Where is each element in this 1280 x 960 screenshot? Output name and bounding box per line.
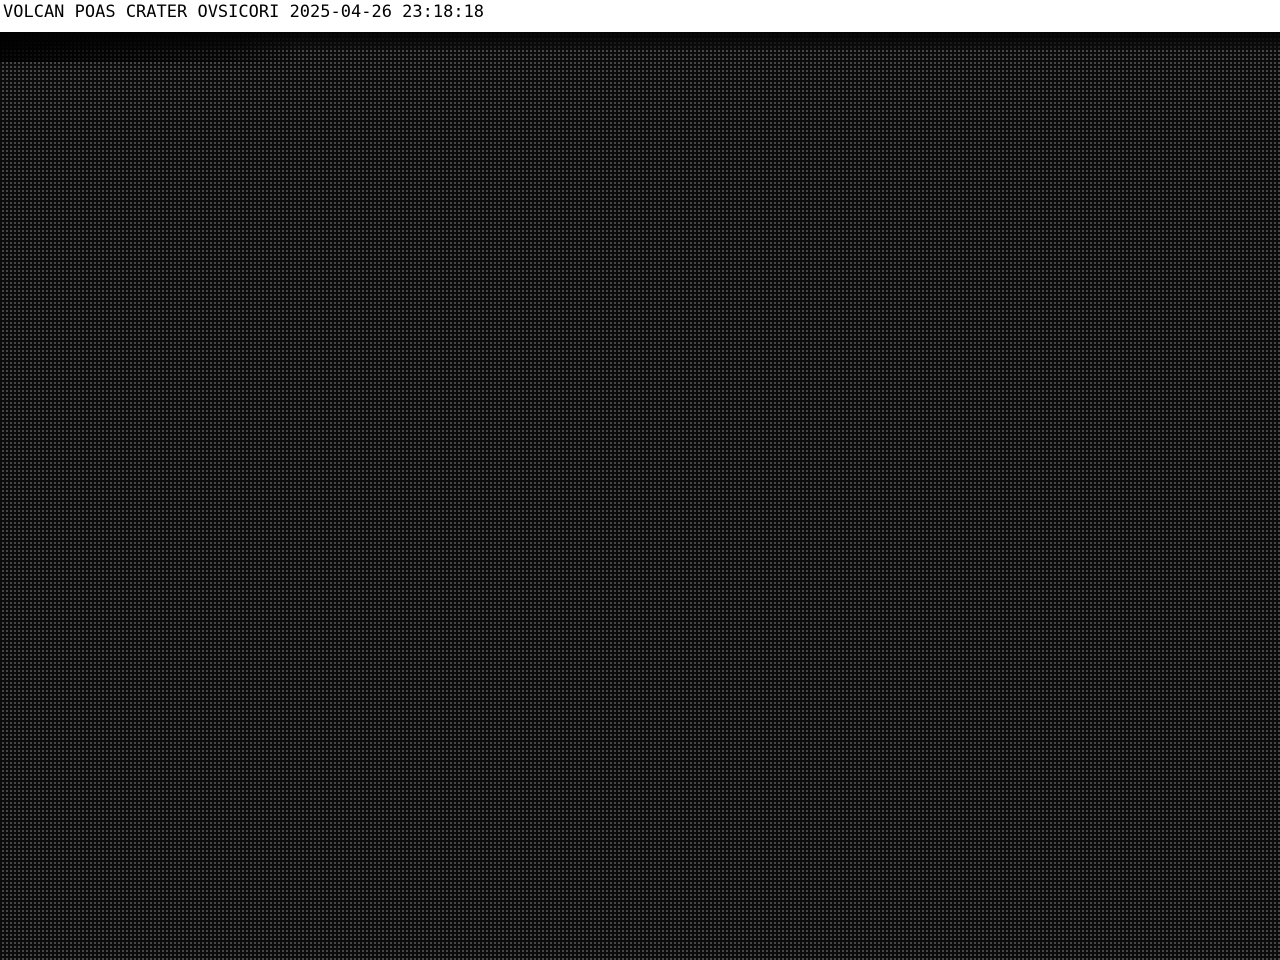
image-top-left-dark-patch — [0, 32, 300, 62]
camera-caption-text: VOLCAN POAS CRATER OVSICORI 2025-04-26 2… — [3, 2, 485, 22]
timestamp-caption-bar: VOLCAN POAS CRATER OVSICORI 2025-04-26 2… — [0, 0, 1280, 32]
webcam-frame: VOLCAN POAS CRATER OVSICORI 2025-04-26 2… — [0, 0, 1280, 960]
night-camera-image — [0, 32, 1280, 960]
